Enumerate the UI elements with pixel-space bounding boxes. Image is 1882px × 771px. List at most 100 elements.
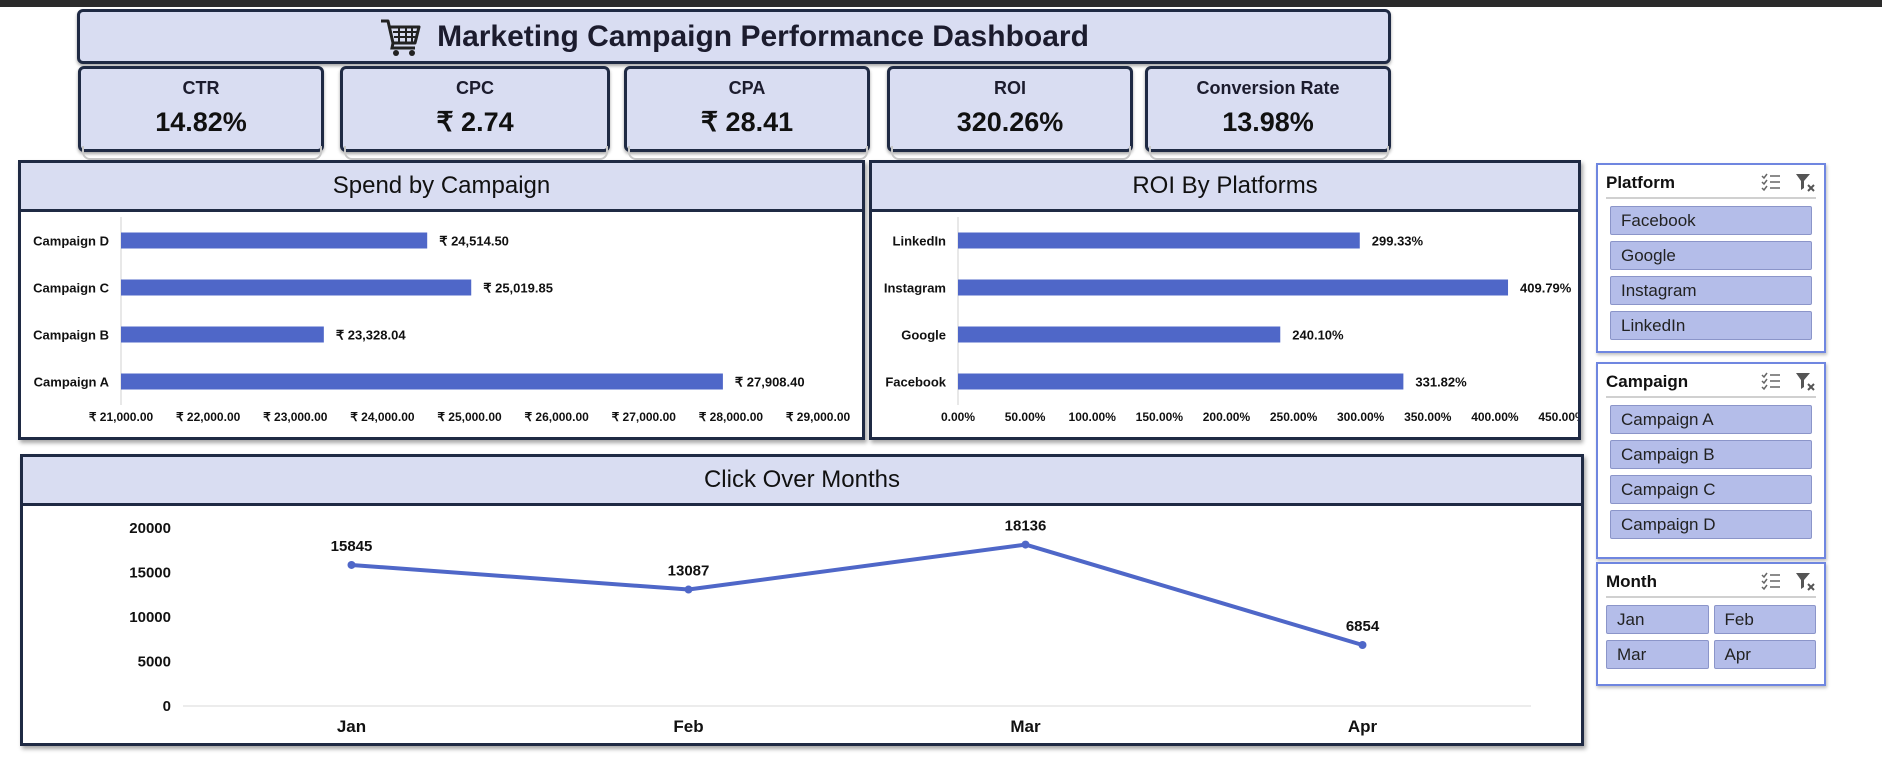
clear-filter-icon[interactable] (1794, 570, 1816, 592)
x-tick-label: 200.00% (1203, 410, 1251, 424)
category-label: Google (901, 328, 946, 343)
chart-title: Spend by Campaign (21, 163, 862, 212)
slicer-item-google[interactable]: Google (1610, 241, 1812, 270)
kpi-card-ctr: CTR 14.82% (78, 66, 324, 152)
bar (958, 326, 1281, 343)
slicer-item-feb[interactable]: Feb (1713, 605, 1816, 634)
dashboard-title-banner: Marketing Campaign Performance Dashboard (77, 9, 1391, 64)
category-label: Facebook (885, 375, 946, 390)
y-tick-label: 15000 (129, 565, 171, 582)
bar (121, 232, 428, 249)
slicer-title: Month (1606, 572, 1657, 591)
slicer-item-campaign-c[interactable]: Campaign C (1610, 475, 1812, 504)
slicer-item-facebook[interactable]: Facebook (1610, 206, 1812, 235)
clear-filter-icon[interactable] (1794, 370, 1816, 392)
kpi-card-underlay (1149, 146, 1389, 160)
data-label: 240.10% (1292, 328, 1344, 343)
bar (958, 279, 1509, 296)
kpi-value: 320.26% (956, 107, 1064, 137)
slicer-item-jan[interactable]: Jan (1606, 605, 1709, 634)
bar (958, 373, 1404, 390)
x-tick-label: 50.00% (1005, 410, 1046, 424)
click-over-months-panel: Click Over Months 0 5000 10000 15000 20000 15… (20, 454, 1584, 746)
slicer-title: Campaign (1606, 372, 1689, 391)
slicer-item-campaign-d[interactable]: Campaign D (1610, 510, 1812, 539)
clear-filter-icon[interactable] (1794, 171, 1816, 193)
x-tick-label: ₹ 21,000.00 (89, 410, 154, 424)
data-label: ₹ 24,514.50 (439, 234, 509, 249)
kpi-card-underlay (344, 146, 608, 160)
y-tick-label: 20000 (129, 520, 171, 537)
data-label: 331.82% (1415, 375, 1467, 390)
data-label: 15845 (331, 538, 373, 555)
x-tick-label: Feb (673, 717, 703, 736)
kpi-value: 13.98% (1222, 107, 1314, 137)
kpi-label: Conversion Rate (1196, 78, 1340, 98)
data-point (684, 585, 693, 594)
x-tick-label: ₹ 25,000.00 (437, 410, 502, 424)
bar (121, 279, 472, 296)
x-tick-label: 0.00% (941, 410, 975, 424)
kpi-label: CTR (182, 78, 220, 98)
kpi-card-roi: ROI 320.26% (887, 66, 1133, 152)
x-tick-label: 100.00% (1069, 410, 1117, 424)
y-tick-label: 5000 (138, 654, 171, 671)
data-label: 6854 (1346, 618, 1380, 635)
slicer-title: Platform (1606, 173, 1675, 192)
multi-select-icon[interactable] (1760, 370, 1782, 392)
data-point (1021, 540, 1030, 549)
slicer-item-instagram[interactable]: Instagram (1610, 276, 1812, 305)
bar (958, 232, 1360, 249)
multi-select-icon[interactable] (1760, 171, 1782, 193)
shopping-cart-icon (381, 19, 421, 56)
campaign-slicer: Campaign Campaign A Campaign B Campaign … (1596, 362, 1826, 559)
kpi-card-underlay (891, 146, 1131, 160)
kpi-value: ₹ 28.41 (700, 107, 794, 137)
y-tick-label: 10000 (129, 609, 171, 626)
y-tick-label: 0 (163, 698, 171, 715)
month-slicer: Month Jan Feb Mar Apr (1596, 562, 1826, 686)
slicer-item-campaign-a[interactable]: Campaign A (1610, 405, 1812, 434)
roi-by-platforms-panel: ROI By Platforms Facebook 331.82% Google 24… (869, 160, 1581, 440)
chart-title: Click Over Months (23, 457, 1581, 506)
category-label: LinkedIn (893, 234, 947, 249)
kpi-card-cpc: CPC ₹ 2.74 (340, 66, 610, 152)
x-tick-label: ₹ 23,000.00 (263, 410, 328, 424)
spend-by-campaign-chart: Campaign A ₹ 27,908.40 Campaign B ₹ 23,328.… (33, 217, 851, 424)
kpi-card-conversion-rate: Conversion Rate 13.98% (1145, 66, 1391, 152)
slicer-item-campaign-b[interactable]: Campaign B (1610, 440, 1812, 469)
kpi-value: 14.82% (155, 107, 247, 137)
slicer-item-mar[interactable]: Mar (1606, 640, 1709, 669)
data-label: 18136 (1005, 518, 1047, 535)
roi-by-platforms-chart: Facebook 331.82% Google 240.10% Instagram 409… (884, 217, 1578, 424)
data-label: 13087 (668, 563, 710, 580)
kpi-card-underlay (628, 146, 868, 160)
x-tick-label: ₹ 29,000.00 (786, 410, 851, 424)
x-tick-label: ₹ 22,000.00 (176, 410, 241, 424)
slicer-item-linkedin[interactable]: LinkedIn (1610, 311, 1812, 340)
platform-slicer: Platform Facebook Google Instagram Linke… (1596, 163, 1826, 353)
x-tick-label: 450.00% (1538, 410, 1578, 424)
slicer-header: Month (1606, 568, 1816, 598)
x-tick-label: 150.00% (1136, 410, 1184, 424)
category-label: Campaign C (33, 281, 109, 296)
x-tick-label: Apr (1348, 717, 1378, 736)
category-label: Campaign D (33, 234, 109, 249)
data-label: ₹ 25,019.85 (483, 281, 553, 296)
kpi-value: ₹ 2.74 (436, 107, 514, 137)
click-over-months-chart: 0 5000 10000 15000 20000 15845 Jan 13087 Feb 1813… (129, 518, 1531, 736)
slicer-item-apr[interactable]: Apr (1713, 640, 1816, 669)
data-point (347, 560, 356, 569)
x-tick-label: ₹ 26,000.00 (524, 410, 589, 424)
x-tick-label: 250.00% (1270, 410, 1318, 424)
x-tick-label: ₹ 24,000.00 (350, 410, 415, 424)
category-label: Campaign A (34, 375, 110, 390)
data-point (1358, 640, 1367, 649)
x-tick-label: Jan (337, 717, 366, 736)
bar (121, 373, 723, 390)
kpi-label: CPC (455, 78, 494, 98)
data-label: ₹ 23,328.04 (336, 328, 406, 343)
x-tick-label: ₹ 28,000.00 (699, 410, 764, 424)
x-tick-label: 300.00% (1337, 410, 1385, 424)
multi-select-icon[interactable] (1760, 570, 1782, 592)
